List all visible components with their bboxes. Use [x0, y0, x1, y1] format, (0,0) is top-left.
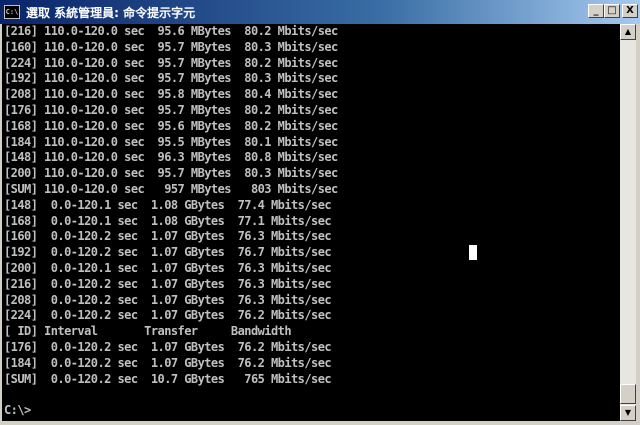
console-line: [200] 110.0-120.0 sec 95.7 MBytes 80.3 M…	[4, 166, 338, 181]
scroll-thumb[interactable]	[620, 384, 636, 404]
console-line: [148] 0.0-120.1 sec 1.08 GBytes 77.4 Mbi…	[4, 197, 332, 212]
command-prompt[interactable]: C:\>	[4, 403, 31, 417]
console-line: [176] 0.0-120.2 sec 1.07 GBytes 76.2 Mbi…	[4, 339, 332, 354]
console-line: [208] 110.0-120.0 sec 95.8 MBytes 80.4 M…	[4, 87, 338, 102]
window-frame-left	[0, 24, 2, 425]
console-header-line: [ ID] Interval Transfer Bandwidth	[4, 324, 292, 339]
console-line: [192] 110.0-120.0 sec 95.7 MBytes 80.3 M…	[4, 71, 338, 86]
cmd-app-icon[interactable]: C:\	[4, 5, 20, 19]
window-frame-right	[636, 24, 640, 425]
close-button[interactable]: X	[622, 4, 638, 18]
console-line: [192] 0.0-120.2 sec 1.07 GBytes 76.7 Mbi…	[4, 245, 332, 260]
console-line: [224] 110.0-120.0 sec 95.7 MBytes 80.2 M…	[4, 55, 338, 70]
console-line: [176] 110.0-120.0 sec 95.7 MBytes 80.2 M…	[4, 102, 338, 117]
console-line: [200] 0.0-120.1 sec 1.07 GBytes 76.3 Mbi…	[4, 260, 332, 275]
window-title: 選取 系統管理員: 命令提示字元	[26, 5, 196, 20]
console-line: [160] 0.0-120.2 sec 1.07 GBytes 76.3 Mbi…	[4, 229, 332, 244]
vertical-scrollbar[interactable]: ▲ ▼	[620, 24, 636, 421]
console-line: [216] 0.0-120.2 sec 1.07 GBytes 76.3 Mbi…	[4, 276, 332, 291]
console-line: [224] 0.0-120.2 sec 1.07 GBytes 76.2 Mbi…	[4, 308, 332, 323]
console-line: [216] 110.0-120.0 sec 95.6 MBytes 80.2 M…	[4, 24, 338, 38]
console-line: [SUM] 110.0-120.0 sec 957 MBytes 803 Mbi…	[4, 181, 338, 196]
text-cursor	[469, 245, 477, 260]
command-prompt-window: C:\ 選取 系統管理員: 命令提示字元 _ □ X [216] 110.0-1…	[0, 0, 640, 425]
console-line: [148] 110.0-120.0 sec 96.3 MBytes 80.8 M…	[4, 150, 338, 165]
console-line: [184] 110.0-120.0 sec 95.5 MBytes 80.1 M…	[4, 134, 338, 149]
scroll-down-arrow-icon[interactable]: ▼	[620, 405, 636, 421]
console-line: [168] 0.0-120.1 sec 1.08 GBytes 77.1 Mbi…	[4, 213, 332, 228]
scroll-up-arrow-icon[interactable]: ▲	[620, 24, 636, 40]
console-line: [160] 110.0-120.0 sec 95.7 MBytes 80.3 M…	[4, 39, 338, 54]
console-line: [184] 0.0-120.2 sec 1.07 GBytes 76.2 Mbi…	[4, 355, 332, 370]
console-sum-line: [SUM] 0.0-120.2 sec 10.7 GBytes 765 Mbit…	[4, 371, 332, 386]
console-line: [208] 0.0-120.2 sec 1.07 GBytes 76.3 Mbi…	[4, 292, 332, 307]
maximize-button[interactable]: □	[604, 4, 620, 18]
window-controls: _ □ X	[588, 4, 638, 18]
minimize-button[interactable]: _	[588, 4, 604, 18]
console-output[interactable]: [216] 110.0-120.0 sec 95.6 MBytes 80.2 M…	[4, 24, 616, 421]
console-line: [168] 110.0-120.0 sec 95.6 MBytes 80.2 M…	[4, 118, 338, 133]
title-bar[interactable]: C:\ 選取 系統管理員: 命令提示字元 _ □ X	[0, 0, 640, 24]
window-frame-bottom[interactable]	[0, 421, 640, 425]
